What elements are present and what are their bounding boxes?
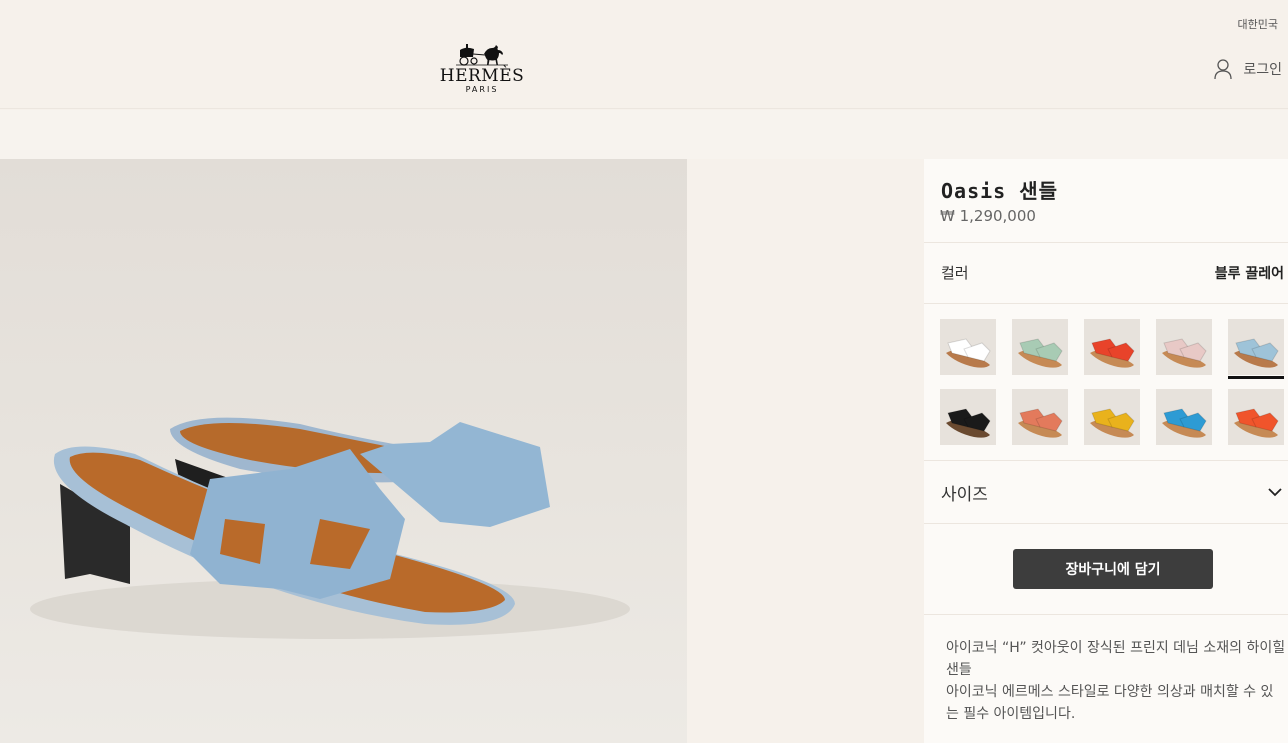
- color-swatch[interactable]: [1156, 319, 1212, 375]
- color-swatch[interactable]: [940, 319, 996, 375]
- add-to-cart-button[interactable]: 장바구니에 담기: [1013, 549, 1213, 589]
- color-value: 블루 끌레어: [1214, 266, 1284, 282]
- product-image[interactable]: [0, 159, 687, 743]
- region-selector[interactable]: 대한민국: [1238, 16, 1278, 32]
- color-swatch[interactable]: [1228, 389, 1284, 445]
- chevron-down-icon: [1268, 488, 1282, 497]
- color-swatches: [940, 319, 1284, 445]
- product-description: 아이코닉 “H” 컷아웃이 장식된 프린지 데님 소재의 하이힐 샌들 아이코닉…: [946, 637, 1286, 725]
- color-label: 컬러: [941, 264, 969, 282]
- color-swatch[interactable]: [1084, 319, 1140, 375]
- color-swatch[interactable]: [940, 389, 996, 445]
- size-selector[interactable]: 사이즈: [924, 461, 1288, 523]
- sandal-thumbnail-icon: [946, 338, 991, 368]
- color-swatch[interactable]: [1228, 319, 1284, 379]
- carriage-icon: [456, 44, 508, 66]
- logo-city: PARIS: [465, 85, 499, 94]
- color-swatch[interactable]: [1012, 389, 1068, 445]
- logo-wordmark: HERMÈS: [439, 66, 525, 86]
- sandal-thumbnail-icon: [1018, 338, 1063, 368]
- divider: [924, 242, 1288, 243]
- color-swatch[interactable]: [1084, 389, 1140, 445]
- sandal-thumbnail-icon: [1090, 338, 1135, 368]
- header-spacer: [0, 110, 1288, 159]
- sandal-thumbnail-icon: [1234, 338, 1279, 368]
- sandal-thumbnail-icon: [1162, 338, 1207, 368]
- description-line: 아이코닉 “H” 컷아웃이 장식된 프린지 데님 소재의 하이힐 샌들: [946, 640, 1286, 678]
- user-icon: [1214, 59, 1233, 80]
- description-line: 아이코닉 에르메스 스타일로 다양한 의상과 매치할 수 있는 필수 아이템입니…: [946, 684, 1274, 722]
- sandal-photo-icon: [30, 417, 630, 639]
- divider: [924, 614, 1288, 615]
- product-title: Oasis 샌들: [941, 179, 1059, 203]
- size-label: 사이즈: [941, 484, 988, 505]
- hermes-logo[interactable]: HERMÈS PARIS: [437, 42, 527, 95]
- color-swatch[interactable]: [1156, 389, 1212, 445]
- login-link[interactable]: 로그인: [1213, 58, 1282, 80]
- product-panel: Oasis 샌들 ₩ 1,290,000 컬러 블루 끌레어 사이즈 장바구니에…: [924, 159, 1288, 743]
- sandal-thumbnail-icon: [1234, 408, 1279, 438]
- sandal-thumbnail-icon: [1090, 408, 1135, 438]
- divider: [924, 523, 1288, 524]
- sandal-thumbnail-icon: [1162, 408, 1207, 438]
- sandal-thumbnail-icon: [946, 408, 991, 438]
- divider: [924, 303, 1288, 304]
- color-swatch[interactable]: [1012, 319, 1068, 375]
- login-label: 로그인: [1243, 62, 1282, 78]
- site-header: 대한민국 HERMÈS PARIS 로그인: [0, 0, 1288, 109]
- product-price: ₩ 1,290,000: [940, 207, 1036, 225]
- sandal-thumbnail-icon: [1018, 408, 1063, 438]
